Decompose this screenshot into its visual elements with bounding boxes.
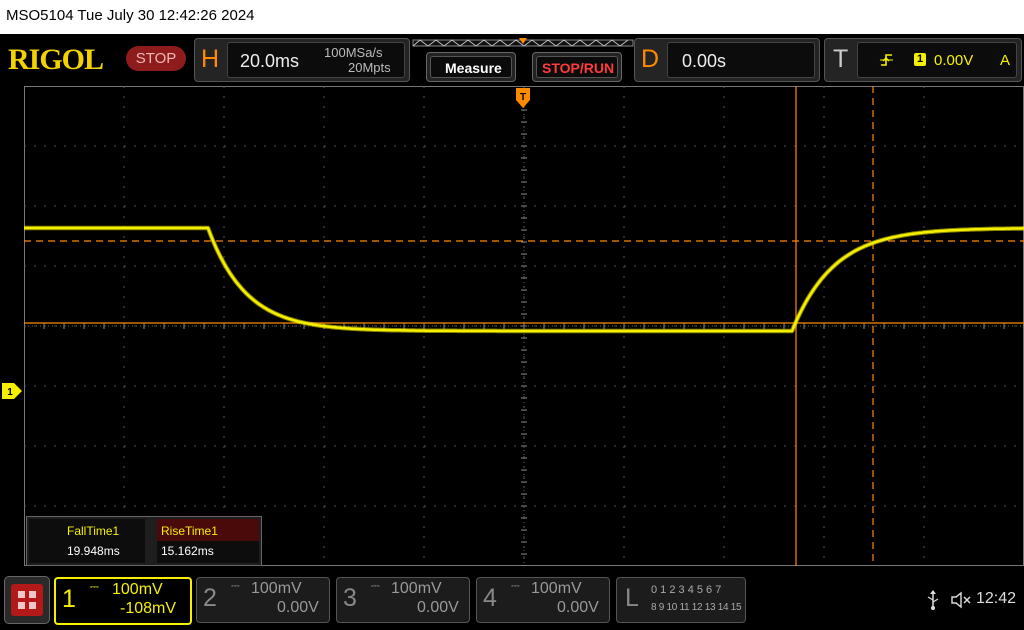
speaker-muted-icon[interactable] [950,590,972,610]
trigger-source-badge: 1 [914,53,926,66]
delay-readout: 0.00s [667,42,815,78]
waveform-display[interactable] [24,86,1024,566]
measurement-value: 15.162ms [161,544,214,558]
stop-run-label: STOP/RUN [542,60,615,76]
window-title: MSO5104 Tue July 30 12:42:26 2024 [6,7,255,24]
measurement-name: RiseTime1 [161,524,218,538]
window-title-bar: MSO5104 Tue July 30 12:42:26 2024 [0,0,1024,34]
measurement-item[interactable]: FallTime1 19.948ms [29,519,145,563]
run-state-badge[interactable]: STOP [126,46,186,71]
measure-button[interactable]: Measure [426,52,516,82]
horizontal-panel[interactable]: H 20.0ms 100MSa/s 20Mpts [194,38,410,82]
dc-coupling-icon: ⎓ [371,580,380,592]
brand-logo: RIGOL [8,43,104,76]
delay-value: 0.00s [682,51,727,71]
delay-letter: D [641,45,660,73]
trigger-marker-label: T [520,92,526,103]
channel-3-scale: 100mV [391,580,442,597]
channel-1-offset: -108mV [120,600,177,617]
dc-coupling-icon: ⎓ [231,580,240,592]
horizontal-letter: H [201,45,220,73]
memory-depth: 20Mpts [348,60,391,75]
ch1-ground-marker[interactable]: 1 [0,383,24,399]
channel-2-offset: 0.00V [277,599,319,616]
horizontal-readout: 20.0ms 100MSa/s 20Mpts [227,42,405,78]
logic-letter: L [625,584,639,612]
dc-coupling-icon: ⎓ [511,580,520,592]
stop-run-button[interactable]: STOP/RUN [532,52,622,82]
channel-4-scale: 100mV [531,580,582,597]
logic-channels-row-2: 8 9 10 11 12 13 14 15 [651,602,742,613]
trigger-position-marker[interactable]: T [516,88,530,110]
clock: 12:42 [976,590,1017,607]
usb-icon [927,590,939,610]
trigger-panel[interactable]: T 1 0.00V A [824,38,1022,82]
channel-3-panel[interactable]: 3 ⎓ 100mV 0.00V [336,577,470,623]
trigger-readout: 1 0.00V A [857,42,1017,78]
sample-rate: 100MSa/s [324,45,383,60]
measure-label: Measure [445,60,502,76]
channel-1-scale: 100mV [112,581,163,598]
menu-grid-icon [11,584,43,616]
channel-2-panel[interactable]: 2 ⎓ 100mV 0.00V [196,577,330,623]
channel-3-number: 3 [343,584,357,612]
measurement-name: FallTime1 [67,524,120,538]
channel-4-number: 4 [483,584,497,612]
trigger-letter: T [833,45,849,73]
ground-marker-label: 1 [7,387,13,398]
dc-coupling-icon: ⎓ [90,581,99,593]
channel-2-scale: 100mV [251,580,302,597]
trigger-mode: A [1000,52,1011,69]
channel-1-panel[interactable]: 1 ⎓ 100mV -108mV [54,577,192,625]
logic-channels-row-1: 0 1 2 3 4 5 6 7 [651,584,722,596]
measurement-value: 19.948ms [67,544,120,558]
measurement-panel[interactable]: FallTime1 19.948ms RiseTime1 15.162ms [26,516,262,566]
main-menu-button[interactable] [4,576,50,624]
channel-4-panel[interactable]: 4 ⎓ 100mV 0.00V [476,577,610,623]
rising-edge-icon [880,54,893,66]
channel-1-number: 1 [62,585,76,613]
channel-4-offset: 0.00V [557,599,599,616]
trigger-level: 0.00V [934,52,974,69]
memory-position-bar[interactable] [412,36,634,50]
logic-analyzer-panel[interactable]: L 0 1 2 3 4 5 6 7 8 9 10 11 12 13 14 15 [616,577,746,623]
channel-2-number: 2 [203,584,217,612]
channel-3-offset: 0.00V [417,599,459,616]
timebase-value: 20.0ms [240,51,300,71]
delay-panel[interactable]: D 0.00s [634,38,820,82]
